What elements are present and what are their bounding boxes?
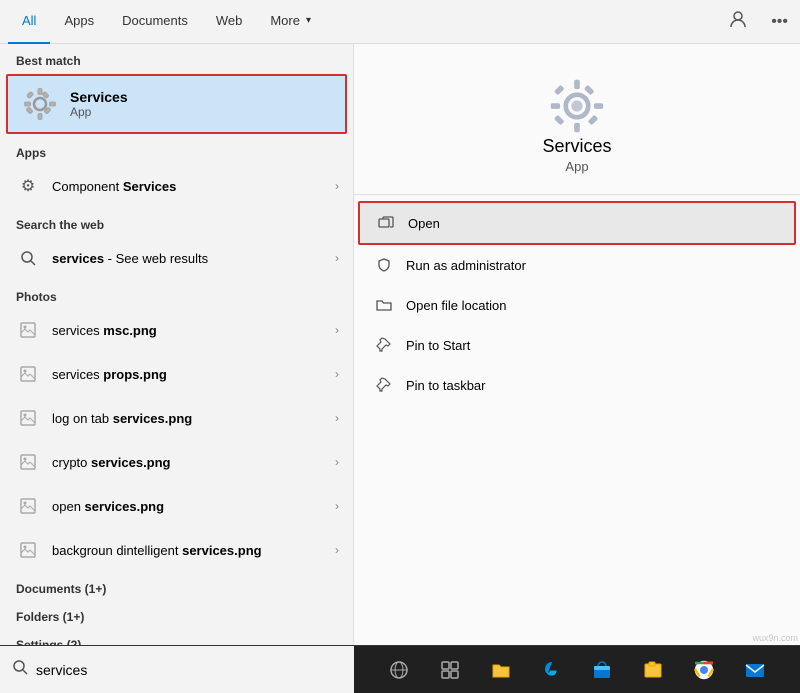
photo-text-5: open services.png [52,499,335,514]
search-query-text: services [36,662,342,678]
action-pin-start[interactable]: Pin to Start [354,325,800,365]
app-detail-name: Services [542,136,611,157]
photo-item-logon[interactable]: log on tab services.png › [0,396,353,440]
folders-section-label: Folders (1+) [0,600,353,628]
photo-item-background[interactable]: backgroun dintelligent services.png › [0,528,353,572]
file-manager-icon[interactable] [637,654,669,686]
chrome-icon[interactable] [688,654,720,686]
open-icon [376,213,396,233]
photo-item-crypto[interactable]: crypto services.png › [0,440,353,484]
component-services-item[interactable]: ⚙ Component Services › [0,164,353,208]
chevron-photo-4: › [335,455,339,469]
chevron-right-icon-web: › [335,251,339,265]
action-pin-taskbar-label: Pin to taskbar [406,378,486,393]
left-panel: Best match [0,44,354,645]
action-run-admin[interactable]: Run as administrator [354,245,800,285]
photo-icon-5 [14,492,42,520]
photos-section-label: Photos [0,280,353,308]
photo-icon-4 [14,448,42,476]
photo-icon-3 [14,404,42,432]
tab-documents[interactable]: Documents [108,0,202,44]
best-match-title: Services [70,89,128,105]
edge-icon[interactable] [536,654,568,686]
chevron-photo-5: › [335,499,339,513]
action-open[interactable]: Open [358,201,796,245]
tab-more[interactable]: More ▾ [256,0,325,44]
photo-icon-1 [14,316,42,344]
mail-icon[interactable] [739,654,771,686]
taskbar: services [0,645,800,693]
action-open-label: Open [408,216,440,231]
web-search-text: services - See web results [52,251,335,266]
action-open-location[interactable]: Open file location [354,285,800,325]
pin-start-icon [374,335,394,355]
more-options-icon[interactable]: ••• [767,9,792,35]
folder-icon [374,295,394,315]
store-icon[interactable] [586,654,618,686]
chevron-photo-1: › [335,323,339,337]
chevron-right-icon: › [335,179,339,193]
search-web-icon [14,244,42,272]
search-box[interactable]: services [0,646,354,693]
app-detail-type: App [565,159,588,174]
file-explorer-icon[interactable] [485,654,517,686]
photo-item-msc[interactable]: services msc.png › [0,308,353,352]
chevron-photo-6: › [335,543,339,557]
watermark: wux9n.com [752,633,798,643]
photo-icon-6 [14,536,42,564]
best-match-subtitle: App [70,105,128,119]
action-pin-start-label: Pin to Start [406,338,470,353]
photo-text-3: log on tab services.png [52,411,335,426]
best-match-item[interactable]: Services App [6,74,347,134]
action-pin-taskbar[interactable]: Pin to taskbar [354,365,800,405]
chevron-photo-2: › [335,367,339,381]
best-match-text: Services App [70,89,128,119]
tab-apps[interactable]: Apps [50,0,108,44]
pin-taskbar-icon [374,375,394,395]
virtual-desktops-icon[interactable] [434,654,466,686]
photo-text-1: services msc.png [52,323,335,338]
app-detail: Services App [354,44,800,195]
settings-section-label: Settings (2) [0,628,353,645]
search-icon [12,659,28,680]
photo-item-props[interactable]: services props.png › [0,352,353,396]
tabs-bar: All Apps Documents Web More ▾ ••• [0,0,800,44]
photo-text-6: backgroun dintelligent services.png [52,543,335,558]
person-icon[interactable] [725,6,751,37]
shield-icon [374,255,394,275]
taskview-icon[interactable] [383,654,415,686]
component-services-icon: ⚙ [14,172,42,200]
chevron-down-icon: ▾ [306,15,311,26]
action-list: Open Run as administrator [354,195,800,411]
action-run-admin-label: Run as administrator [406,258,526,273]
main-content: Best match [0,44,800,645]
action-open-location-label: Open file location [406,298,506,313]
photo-text-2: services props.png [52,367,335,382]
tabs-right-icons: ••• [725,6,792,37]
best-match-label: Best match [0,44,353,72]
web-section-label: Search the web [0,208,353,236]
web-search-item[interactable]: services - See web results › [0,236,353,280]
search-panel: All Apps Documents Web More ▾ ••• Best m… [0,0,800,693]
photo-text-4: crypto services.png [52,455,335,470]
tab-web[interactable]: Web [202,0,257,44]
services-app-icon [22,86,58,122]
right-panel: Services App Open [354,44,800,645]
component-services-text: Component Services [52,179,335,194]
documents-section-label: Documents (1+) [0,572,353,600]
chevron-photo-3: › [335,411,339,425]
tab-all[interactable]: All [8,0,50,44]
services-large-icon [547,76,607,136]
apps-section-label: Apps [0,136,353,164]
photo-icon-2 [14,360,42,388]
taskbar-icons [354,654,800,686]
photo-item-open[interactable]: open services.png › [0,484,353,528]
